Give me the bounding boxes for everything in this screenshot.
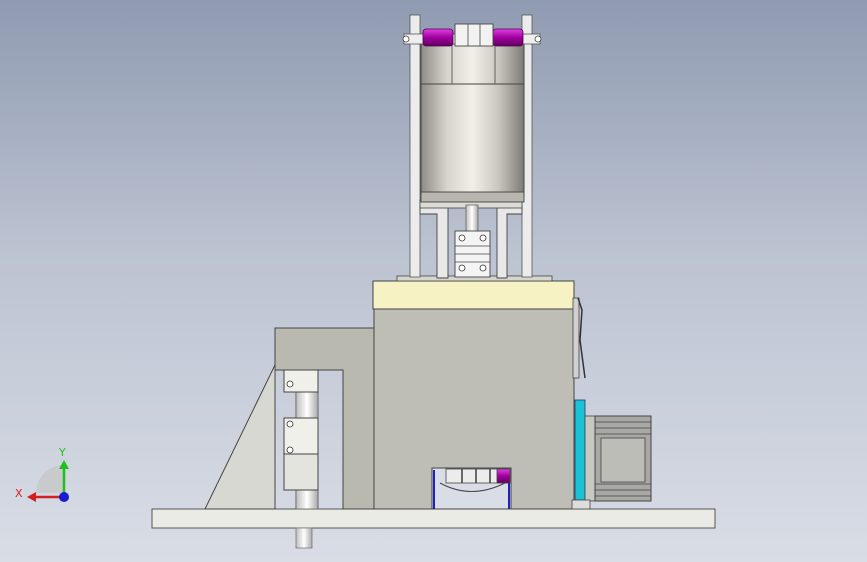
left-gusset: [204, 364, 276, 510]
motor-shaft: [465, 204, 479, 234]
top-cap: [372, 280, 575, 310]
motor-body: [420, 81, 525, 195]
cad-viewport[interactable]: X Y: [0, 0, 867, 562]
cyan-plate: [574, 399, 586, 501]
top-bearing-block: [454, 23, 494, 47]
lower-frame-left: [419, 205, 449, 279]
frame-rod-left: [409, 14, 421, 278]
coordinate-triad-icon[interactable]: X Y: [15, 446, 69, 502]
triad-y-label: Y: [58, 446, 66, 459]
base-plate: [151, 508, 716, 529]
motor-bottom-flange: [420, 191, 525, 203]
gearbox-foot: [571, 499, 591, 510]
gearbox-flange: [584, 415, 596, 502]
lower-frame-right: [496, 205, 523, 279]
bottom-rod: [295, 527, 313, 549]
motor-top-block: [420, 43, 525, 85]
cad-model-view: X Y: [15, 14, 716, 549]
magenta-ring-right: [492, 28, 524, 47]
magenta-ring-left: [422, 28, 454, 47]
triad-x-label: X: [15, 487, 23, 500]
bearing-block-lower: [283, 453, 319, 491]
latch-bracket: [572, 297, 580, 379]
